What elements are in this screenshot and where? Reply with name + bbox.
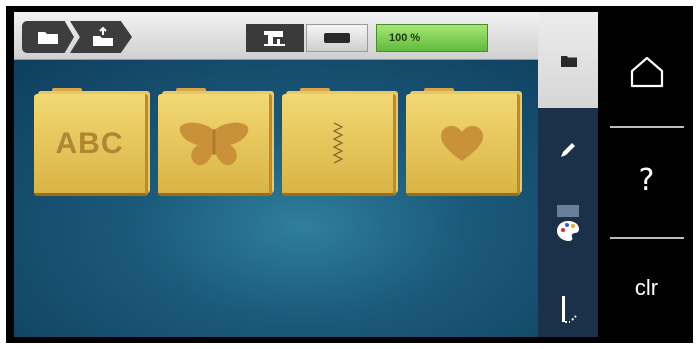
help-button[interactable]: ? bbox=[600, 130, 693, 230]
zigzag-stitch-icon bbox=[332, 121, 343, 164]
clear-button[interactable]: clr bbox=[600, 238, 693, 338]
folder-body bbox=[282, 94, 396, 196]
home-icon bbox=[630, 56, 663, 88]
butterfly-icon bbox=[179, 122, 248, 165]
folder-hearts[interactable] bbox=[406, 88, 522, 196]
color-palette-icon bbox=[557, 205, 579, 241]
pencil-icon bbox=[561, 143, 575, 157]
top-bar: 100 % bbox=[14, 12, 598, 60]
help-label: ? bbox=[638, 162, 655, 198]
home-button[interactable] bbox=[600, 22, 693, 122]
folder-tab-button[interactable] bbox=[538, 12, 598, 108]
folder-icon bbox=[561, 56, 577, 67]
folder-body: ABC bbox=[34, 94, 148, 196]
hoop-view-button[interactable] bbox=[306, 24, 368, 52]
folder-alphabets[interactable]: ABC bbox=[34, 88, 150, 196]
stitch-button[interactable] bbox=[538, 288, 598, 334]
progress-label: 100 % bbox=[389, 32, 421, 44]
color-button[interactable] bbox=[538, 198, 598, 248]
sewing-machine-icon bbox=[264, 31, 285, 46]
touch-screen: 100 % ABC bbox=[14, 12, 598, 337]
hoop-icon bbox=[324, 33, 350, 43]
hardware-panel: ? clr bbox=[600, 12, 693, 337]
needle-icon bbox=[562, 296, 577, 323]
progress-indicator: 100 % bbox=[376, 24, 488, 52]
machine-view-button[interactable] bbox=[246, 24, 304, 52]
breadcrumb-folder[interactable] bbox=[22, 21, 74, 53]
device-frame: 100 % ABC ? clr bbox=[6, 6, 693, 343]
breadcrumb-import-folder[interactable] bbox=[70, 21, 132, 53]
folder-workspace: ABC bbox=[14, 60, 538, 337]
folder-body bbox=[158, 94, 272, 196]
heart-icon bbox=[440, 125, 483, 161]
folder-body bbox=[406, 94, 520, 196]
folder-stitch-patterns[interactable] bbox=[282, 88, 398, 196]
side-rail bbox=[538, 108, 598, 337]
edit-button[interactable] bbox=[538, 128, 598, 172]
clear-label: clr bbox=[634, 275, 659, 300]
folder-icon bbox=[38, 32, 58, 44]
panel-divider bbox=[610, 126, 684, 128]
alphabet-label: ABC bbox=[55, 126, 124, 160]
breadcrumb bbox=[22, 21, 132, 53]
folder-animals[interactable] bbox=[158, 88, 274, 196]
folder-import-icon bbox=[93, 27, 113, 46]
